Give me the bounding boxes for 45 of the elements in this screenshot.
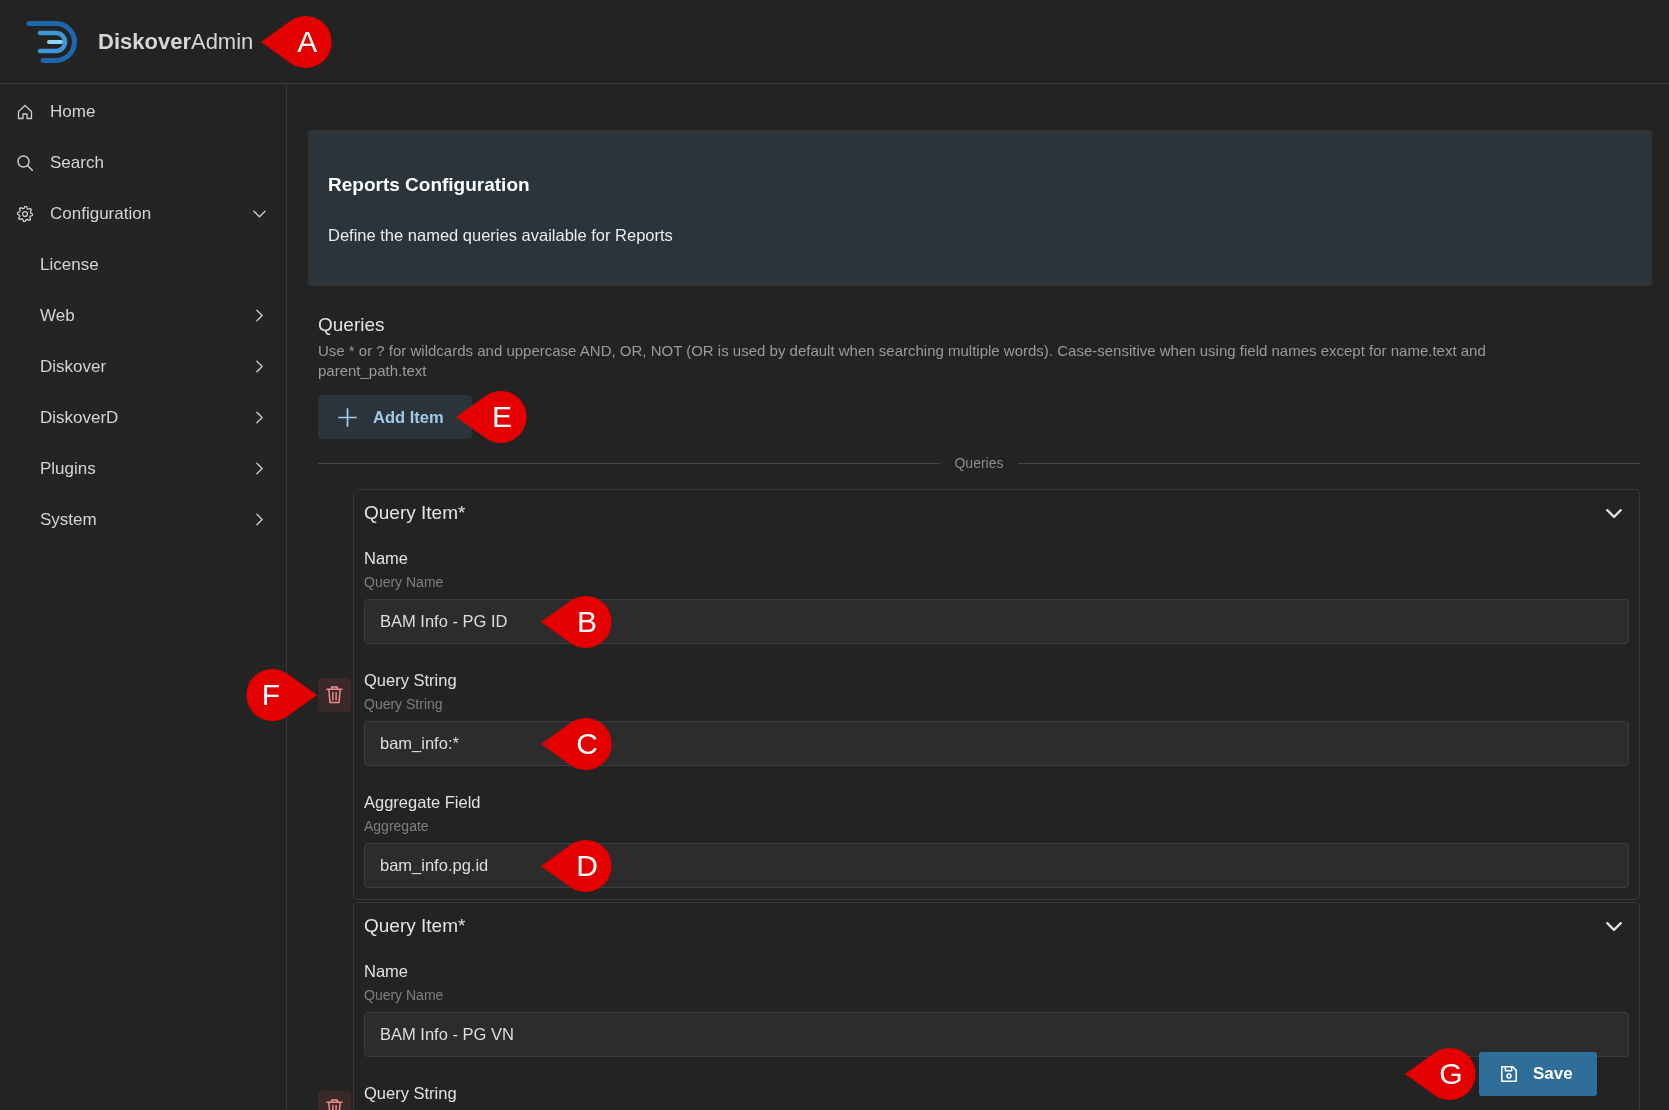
callout-marker: B (541, 594, 613, 649)
help-text: Use * or ? for wildcards and uppercase AND, OR, NOT (OR is used by default when searching multiple words). Case-sensitive when using field names except for name.text and parent_path.text (318, 341, 1487, 381)
logo-icon (26, 19, 80, 64)
field-label: Aggregate Field (364, 792, 481, 813)
sidebar-item[interactable]: System (0, 494, 286, 545)
section-title: Queries (318, 313, 386, 337)
field-label: Name (364, 548, 408, 569)
card-title: Query Item* (364, 915, 467, 937)
sidebar-item[interactable]: Home (0, 86, 286, 137)
callout-marker: D (541, 838, 613, 893)
trash-icon (326, 685, 343, 704)
add-item-button[interactable]: Add Item (318, 395, 472, 439)
chevron-down-icon[interactable] (1606, 508, 1622, 518)
callout-marker: A (261, 14, 334, 69)
callout-marker: F (245, 667, 317, 722)
field-hint: Query String (364, 695, 443, 713)
callout-marker: C (541, 716, 613, 771)
page-description: Define the named queries available for Reports (328, 225, 674, 246)
card-title: Query Item* (364, 502, 467, 524)
gear-icon (17, 205, 33, 222)
sidebar-item[interactable]: DiskoverD (0, 392, 286, 443)
divider-label: Queries (953, 455, 1005, 471)
brand-title: DiskoverAdmin (98, 28, 254, 55)
callout-marker: G (1405, 1047, 1477, 1101)
page-title: Reports Configuration (328, 173, 531, 197)
field-hint: Query Name (364, 986, 444, 1004)
field-hint: Query Name (364, 573, 444, 591)
home-icon (17, 103, 33, 120)
sidebar-item[interactable]: Web (0, 290, 286, 341)
field-hint: Aggregate (364, 817, 429, 835)
sidebar-item[interactable]: Plugins (0, 443, 286, 494)
delete-button[interactable] (318, 677, 351, 712)
callout-marker: E (456, 390, 528, 444)
field-label: Name (364, 961, 408, 982)
field-label: Query String (364, 1083, 457, 1104)
sidebar-item[interactable]: License (0, 239, 286, 290)
save-button[interactable]: Save (1479, 1052, 1597, 1096)
sidebar-item[interactable]: Search (0, 137, 286, 188)
plus-icon (338, 407, 357, 427)
search-icon (17, 154, 33, 171)
sidebar-item[interactable]: Configuration (0, 188, 286, 239)
sidebar-item[interactable]: Diskover (0, 341, 286, 392)
field-label: Query String (364, 670, 457, 691)
chevron-down-icon[interactable] (1606, 921, 1622, 931)
input-field[interactable]: BAM Info - PG VN (364, 1012, 1629, 1057)
